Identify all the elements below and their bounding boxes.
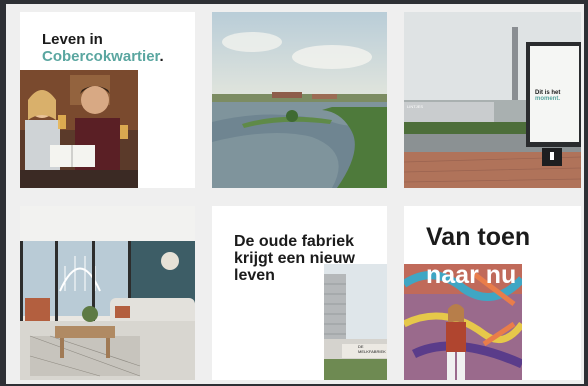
post-tile-river-landscape[interactable] <box>212 12 387 188</box>
post-tile-living-room[interactable] <box>20 206 195 380</box>
post-tile-van-toen-naar-nu[interactable]: Van toen naar nu <box>404 206 581 380</box>
melkfabriek-building-photo <box>324 264 387 380</box>
post-headline: Leven in <box>42 31 103 48</box>
post-headline: Van toen <box>426 223 531 251</box>
headline-punct: . <box>159 48 164 65</box>
post-tile-oude-fabriek[interactable]: De oude fabriek krijgt een nieuw leven D… <box>212 206 387 380</box>
post-headline-overlay: naar nu <box>426 261 517 289</box>
couple-reading-photo <box>20 70 138 188</box>
post-headline-accent: Cobercokwartier. <box>42 49 164 65</box>
living-room-interior-photo <box>20 206 195 380</box>
billboard-text-accent: moment. <box>535 96 561 102</box>
post-tile-billboard[interactable]: LINTJES Dit is het moment. <box>404 12 581 188</box>
post-tile-leven-in-cobercokwartier[interactable]: Leven in Cobercokwartier. <box>20 12 195 188</box>
billboard-text: Dit is het moment. <box>535 90 581 102</box>
headline-accent-text: Cobercokwartier <box>42 48 160 65</box>
building-sign: LINTJES <box>407 104 424 109</box>
building-sign: DE MELKFABRIEK <box>358 344 386 354</box>
river-landscape-photo <box>212 12 387 188</box>
